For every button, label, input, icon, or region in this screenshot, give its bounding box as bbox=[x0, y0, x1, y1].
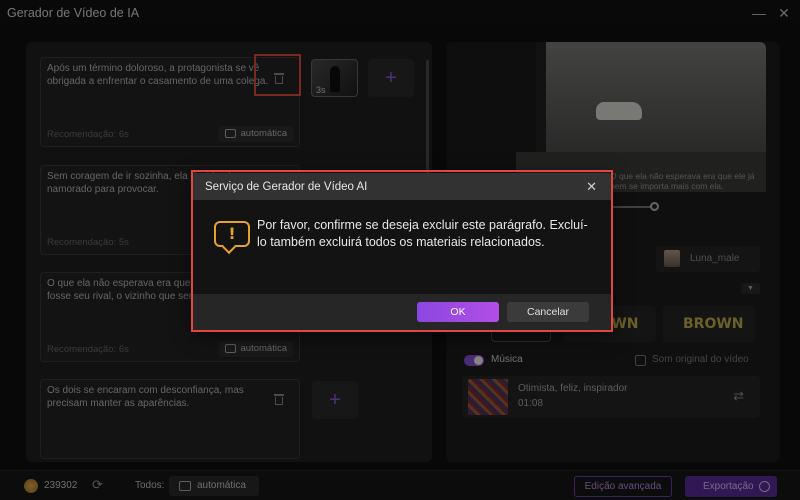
dialog-highlight bbox=[191, 170, 613, 332]
